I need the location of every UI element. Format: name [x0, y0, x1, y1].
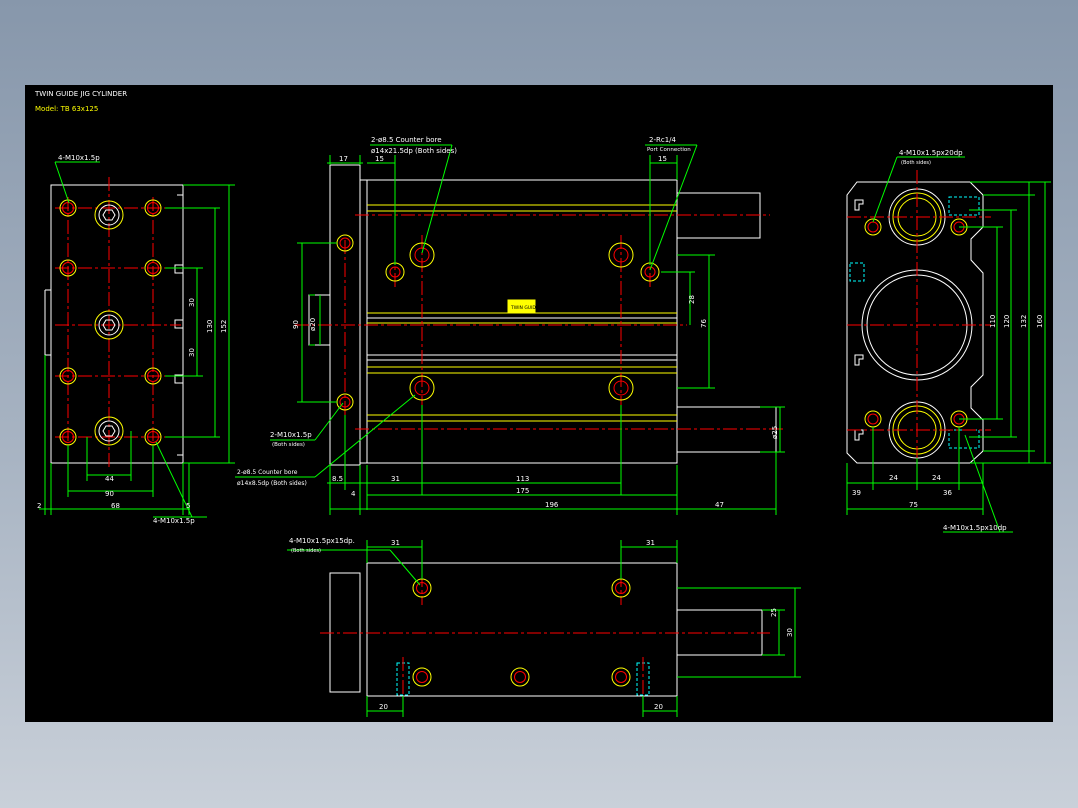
- bottom-dim-20-left: 20: [379, 703, 388, 711]
- bottom-view: 4-M10x1.5px15dp. (Both sides) 31 31 25 3…: [287, 537, 801, 717]
- drawing-canvas: TWIN GUIDE JIG CYLINDER Model: TB 63x125: [34, 90, 1051, 717]
- front-dim-4: 4: [351, 490, 356, 498]
- front-callout-cbore-bot-1: 2-ø8.5 Counter bore: [237, 469, 298, 476]
- front-dim-20: ø20: [309, 318, 317, 331]
- left-dim-30-lower: 30: [188, 348, 196, 357]
- front-callout-tap-2: (Both sides): [272, 442, 305, 448]
- left-dim-44: 44: [105, 475, 114, 483]
- bottom-callout-1: 4-M10x1.5px15dp.: [289, 537, 355, 545]
- left-dim-5: 5: [186, 502, 190, 510]
- front-callout-cbore-top-2: ø14x21.5dp (Both sides): [371, 147, 457, 155]
- right-dim-24-right: 24: [932, 474, 941, 482]
- left-callout-bottom: 4-M10x1.5p: [153, 517, 195, 525]
- bottom-callout-2: (Both sides): [291, 548, 321, 554]
- front-callout-cbore-top-1: 2-ø8.5 Counter bore: [371, 136, 442, 144]
- right-view: 4-M10x1.5px20dp (Both sides) 4-M10x1.5px…: [846, 149, 1051, 533]
- front-dim-8-5: 8.5: [332, 475, 343, 483]
- right-dim-36: 36: [943, 489, 952, 497]
- front-dim-196: 196: [545, 501, 559, 509]
- right-dim-75: 75: [909, 501, 918, 509]
- bottom-dim-25: 25: [770, 608, 778, 617]
- front-callout-port-1: 2-Rc1/4: [649, 136, 677, 144]
- front-dim-113: 113: [516, 475, 529, 483]
- front-view: TWIN GUIDE 2-ø8.5 Counter bore ø14x21.5d…: [235, 136, 785, 515]
- left-callout-top: 4-M10x1.5p: [58, 154, 100, 162]
- right-callout-bottom: 4-M10x1.5px10dp: [943, 524, 1007, 532]
- cad-viewport[interactable]: TWIN GUIDE JIG CYLINDER Model: TB 63x125: [25, 85, 1053, 722]
- left-dim-30-upper: 30: [188, 298, 196, 307]
- left-dim-2: 2: [37, 502, 41, 510]
- right-dim-24-left: 24: [889, 474, 898, 482]
- right-callout-top-2: (Both sides): [901, 160, 931, 166]
- drawing-title: TWIN GUIDE JIG CYLINDER: [34, 90, 127, 98]
- front-dim-15-left: 15: [375, 155, 384, 163]
- right-dim-132: 132: [1020, 315, 1028, 328]
- front-dim-90: 90: [292, 320, 300, 329]
- left-dim-68: 68: [111, 502, 120, 510]
- front-callout-cbore-bot-2: ø14x8.5dp (Both sides): [237, 480, 307, 487]
- front-callout-tap-1: 2-M10x1.5p: [270, 431, 312, 439]
- front-dim-17: 17: [339, 155, 348, 163]
- front-dim-47: 47: [715, 501, 724, 509]
- right-dim-160: 160: [1036, 315, 1044, 328]
- front-dim-76: 76: [700, 319, 708, 328]
- front-dim-175: 175: [516, 487, 529, 495]
- drawing-model: Model: TB 63x125: [35, 105, 98, 113]
- right-dim-39: 39: [852, 489, 861, 497]
- nameplate-text: TWIN GUIDE: [510, 305, 539, 311]
- front-dim-31: 31: [391, 475, 400, 483]
- front-dim-15-right: 15: [658, 155, 667, 163]
- bottom-dim-20-right: 20: [654, 703, 663, 711]
- right-callout-top-1: 4-M10x1.5px20dp: [899, 149, 963, 157]
- bottom-dim-31-left: 31: [391, 539, 400, 547]
- right-dim-120: 120: [1003, 315, 1011, 328]
- left-dim-90: 90: [105, 490, 114, 498]
- front-dim-28: 28: [688, 295, 696, 304]
- bottom-dim-30: 30: [786, 628, 794, 637]
- bottom-dim-31-right: 31: [646, 539, 655, 547]
- left-dim-130: 130: [206, 320, 214, 333]
- left-dim-152: 152: [220, 320, 228, 333]
- front-dim-25: ø25: [771, 426, 779, 439]
- left-view: 4-M10x1.5p 4-M10x1.5p 30 30 130 152 44 9…: [37, 154, 235, 525]
- front-callout-port-2: Port Connection: [647, 147, 691, 153]
- right-dim-110: 110: [989, 315, 997, 328]
